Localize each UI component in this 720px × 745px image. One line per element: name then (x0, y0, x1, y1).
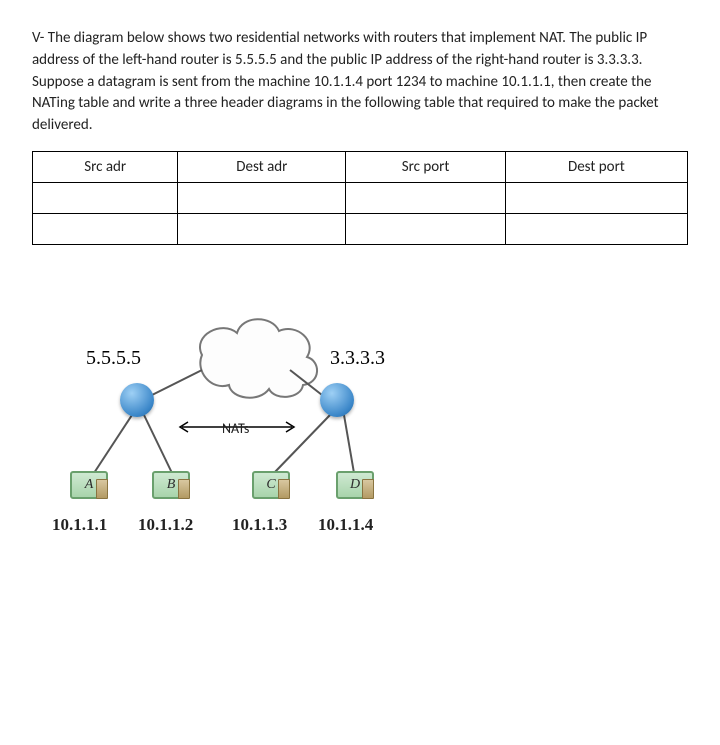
computer-icon: C (252, 471, 290, 499)
host-a-ip: 10.1.1.1 (52, 515, 107, 535)
host-b-ip: 10.1.1.2 (138, 515, 193, 535)
host-c: C (252, 471, 290, 499)
host-c-ip: 10.1.1.3 (232, 515, 287, 535)
host-b: B (152, 471, 190, 499)
question-text: V- The diagram below shows two residenti… (32, 28, 688, 137)
computer-icon: B (152, 471, 190, 499)
right-router-public-ip: 3.3.3.3 (330, 347, 385, 370)
host-a: A (70, 471, 108, 499)
table-row (33, 182, 688, 213)
host-d-ip: 10.1.1.4 (318, 515, 373, 535)
computer-icon: A (70, 471, 108, 499)
col-src-port: Src port (346, 151, 506, 182)
table-row (33, 213, 688, 244)
left-router-public-ip: 5.5.5.5 (86, 347, 141, 370)
nats-link-label: NATs (222, 420, 249, 437)
network-diagram: 5.5.5.5 3.3.3.3 NATs A 10.1.1.1 B 10.1.1… (52, 305, 472, 565)
cloud-icon (200, 319, 317, 397)
col-dest-adr: Dest adr (178, 151, 346, 182)
left-router-icon (120, 383, 154, 417)
col-dest-port: Dest port (505, 151, 687, 182)
packet-header-table: Src adr Dest adr Src port Dest port (32, 151, 688, 245)
col-src-adr: Src adr (33, 151, 178, 182)
host-d: D (336, 471, 374, 499)
right-router-icon (320, 383, 354, 417)
computer-icon: D (336, 471, 374, 499)
